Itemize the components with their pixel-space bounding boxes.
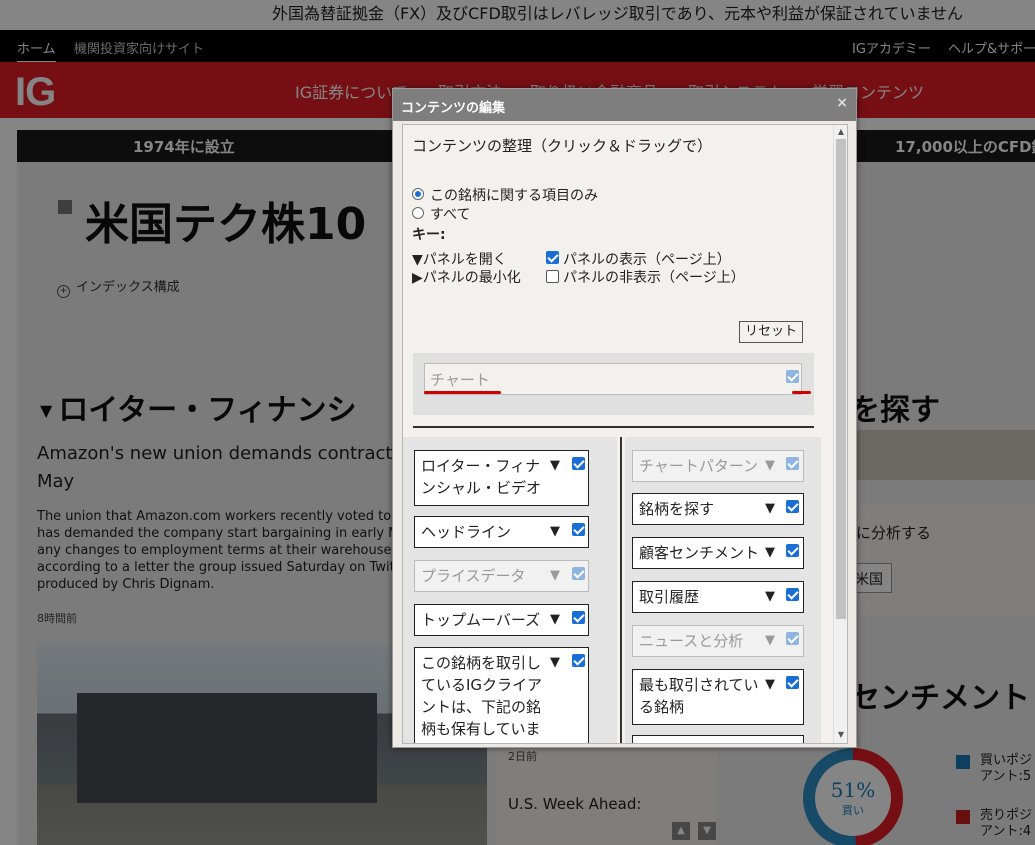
section-divider [413,426,814,428]
panel-checkbox[interactable] [786,588,799,601]
chart-zone: チャート [413,353,814,415]
panel-checkbox[interactable] [572,611,585,624]
expand-triangle-icon[interactable]: ▼ [765,630,775,652]
dialog-title: コンテンツの編集 [401,101,506,116]
radio-this-market-label[interactable]: この銘柄に関する項目のみ [430,185,598,205]
expand-triangle-icon[interactable]: ▼ [550,521,560,543]
radio-all[interactable] [412,207,424,219]
expand-triangle-icon[interactable]: ▼ [765,586,775,608]
panel-trade-history[interactable]: 取引履歴 ▼ [632,581,804,613]
expand-triangle-icon[interactable]: ▼ [550,565,560,587]
close-icon[interactable]: × [836,95,848,111]
key-label: キー: [412,227,446,243]
panel-checkbox[interactable] [786,500,799,513]
dialog-title-bar[interactable]: コンテンツの編集 × [393,89,856,121]
radio-all-label[interactable]: すべて [430,204,470,224]
key-show-checkbox [546,251,559,264]
panel-find-market[interactable]: 銘柄を探す ▼ [632,493,804,525]
column-separator [620,437,622,743]
panel-clients-also-hold[interactable]: この銘柄を取引しているIGクライアントは、下記の銘柄も保有しています ▼ [414,647,589,743]
panel-checkbox[interactable] [786,632,799,645]
panel-checkbox[interactable] [786,544,799,557]
dialog-body: コンテンツの整理（クリック＆ドラッグで） この銘柄に関する項目のみ すべて キー… [402,124,848,744]
panel-next-partial[interactable] [632,735,804,743]
reset-button[interactable]: リセット [739,321,803,343]
panel-checkbox[interactable] [572,567,585,580]
key-show-text: パネルの表示（ページ上） [563,252,731,268]
expand-triangle-icon[interactable]: ▼ [550,609,560,631]
panel-checkbox[interactable] [572,523,585,536]
panel-checkbox[interactable] [786,457,799,470]
red-underline-annotation [792,391,811,394]
expand-triangle-icon[interactable]: ▼ [550,652,560,674]
panel-reuters-video[interactable]: ロイター・フィナンシャル・ビデオ ▼ [414,450,589,506]
scrollbar-thumb[interactable] [836,139,846,619]
panel-chart-patterns[interactable]: チャートパターン ▼ [632,450,804,482]
panel-price-data[interactable]: プライスデータ ▼ [414,560,589,592]
dialog-scrollbar[interactable]: ▲ ▼ [833,125,847,743]
panel-checkbox[interactable] [786,676,799,689]
panel-top-movers[interactable]: トップムーバーズ ▼ [414,604,589,636]
expand-triangle-icon[interactable]: ▼ [550,455,560,477]
red-underline-annotation [424,391,501,394]
radio-this-market[interactable] [412,188,424,200]
panel-checkbox[interactable] [572,457,585,470]
key-open-text: ▼パネルを開く [412,252,507,268]
expand-triangle-icon[interactable]: ▼ [765,498,775,520]
edit-content-dialog: コンテンツの編集 × コンテンツの整理（クリック＆ドラッグで） この銘柄に関する… [392,88,857,748]
key-hide-text: パネルの非表示（ページ上） [563,270,745,286]
scroll-down-icon[interactable]: ▼ [835,729,847,741]
dialog-heading: コンテンツの整理（クリック＆ドラッグで） [412,137,713,155]
panel-client-sentiment[interactable]: 顧客センチメント ▼ [632,537,804,569]
chart-panel-checkbox[interactable] [786,370,799,383]
panel-news-analysis[interactable]: ニュースと分析 ▼ [632,625,804,657]
panel-most-traded[interactable]: 最も取引されている銘柄 ▼ [632,669,804,725]
scroll-up-icon[interactable]: ▲ [835,126,847,138]
expand-triangle-icon[interactable]: ▼ [765,674,775,696]
panel-headline[interactable]: ヘッドライン ▼ [414,516,589,548]
expand-triangle-icon[interactable]: ▼ [765,542,775,564]
expand-triangle-icon[interactable]: ▼ [765,455,775,477]
key-hide-checkbox [546,270,559,283]
panel-checkbox[interactable] [572,654,585,667]
chart-panel-label: チャート [430,371,490,389]
key-minimize-text: ▶パネルの最小化 [412,270,521,286]
